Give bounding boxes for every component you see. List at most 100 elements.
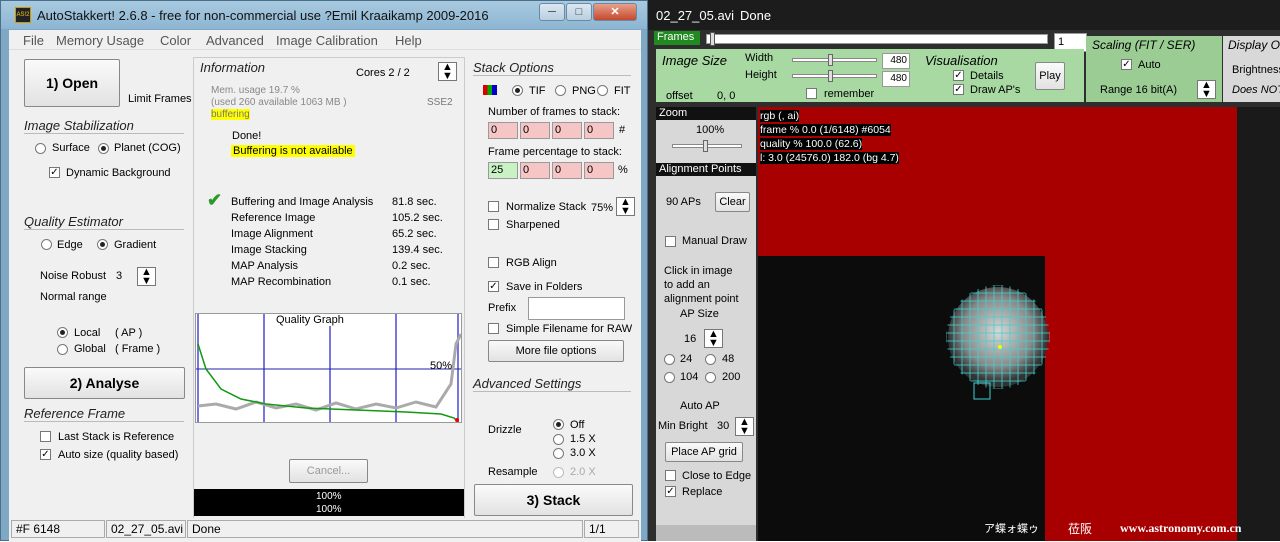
frame-pct-label: Frame percentage to stack: [488, 146, 622, 158]
menu-color[interactable]: Color [160, 33, 191, 48]
resample-label: Resample [488, 466, 538, 478]
remember-label: remember [824, 88, 875, 100]
fit-radio[interactable] [597, 85, 608, 96]
frames-input-3[interactable]: 0 [552, 122, 582, 139]
timing-value: 65.2 sec. [392, 228, 437, 240]
tif-radio[interactable] [512, 85, 523, 96]
simple-filename-checkbox[interactable] [488, 323, 499, 334]
more-file-options-button[interactable]: More file options [488, 340, 624, 362]
timing-label: MAP Analysis [231, 260, 299, 272]
dynamic-background-checkbox[interactable]: ✓ [49, 167, 60, 178]
height-slider[interactable] [792, 74, 877, 78]
height-slider-thumb[interactable] [828, 70, 833, 82]
surface-radio[interactable] [35, 143, 46, 154]
menu-help[interactable]: Help [395, 33, 422, 48]
cores-spinner[interactable]: ▲ ▼ [438, 62, 457, 82]
min-bright-spinner[interactable]: ▲ ▼ [735, 417, 754, 437]
drizzle-30-radio[interactable] [553, 448, 564, 459]
fit-label: FIT [614, 85, 631, 97]
frames-slider-thumb[interactable] [710, 32, 715, 46]
edge-radio[interactable] [41, 239, 52, 250]
close-to-edge-checkbox[interactable] [665, 470, 676, 481]
gradient-radio[interactable] [97, 239, 108, 250]
open-button[interactable]: 1) Open [24, 59, 120, 107]
graph-50pct-label: 50% [430, 360, 453, 372]
stack-button[interactable]: 3) Stack [474, 484, 633, 516]
normalize-checkbox[interactable] [488, 201, 499, 212]
manual-draw-checkbox[interactable] [665, 236, 676, 247]
frames-slider[interactable] [706, 34, 1048, 44]
png-radio[interactable] [555, 85, 566, 96]
timing-label: MAP Recombination [231, 276, 332, 288]
height-input[interactable]: 480 [882, 71, 910, 87]
png-label: PNG [572, 85, 596, 97]
menu-file[interactable]: File [23, 33, 44, 48]
clear-aps-button[interactable]: Clear [715, 192, 750, 212]
remember-checkbox[interactable] [806, 88, 817, 99]
zoom-slider-thumb[interactable] [703, 140, 708, 152]
cancel-button[interactable]: Cancel... [289, 459, 368, 483]
title-bar[interactable]: AS!2 AutoStakkert! 2.6.8 - free for non-… [1, 1, 647, 29]
drizzle-15-radio[interactable] [553, 434, 564, 445]
sharpened-checkbox[interactable] [488, 219, 499, 230]
minimize-button[interactable]: ─ [539, 3, 565, 21]
close-button[interactable]: ✕ [593, 3, 637, 21]
local-radio[interactable] [57, 327, 68, 338]
advanced-settings-title: Advanced Settings [473, 376, 582, 391]
save-folders-checkbox[interactable]: ✓ [488, 281, 499, 292]
planet-radio[interactable] [98, 143, 109, 154]
viewer-title-bar[interactable]: 02_27_05.avi Done [648, 0, 1280, 30]
width-slider-thumb[interactable] [828, 54, 833, 66]
width-label: Width [745, 52, 774, 64]
ap-size-104-radio[interactable] [664, 372, 675, 383]
pct-input-2[interactable]: 0 [520, 162, 550, 179]
visualisation-title: Visualisation [925, 53, 998, 68]
prefix-input[interactable] [528, 297, 625, 320]
ap-size-200-radio[interactable] [705, 372, 716, 383]
reference-frame-title: Reference Frame [24, 406, 126, 421]
height-label: Height [745, 69, 777, 81]
frames-input-4[interactable]: 0 [584, 122, 614, 139]
place-ap-grid-button[interactable]: Place AP grid [665, 442, 743, 462]
auto-scaling-checkbox[interactable]: ✓ [1121, 59, 1132, 70]
auto-ap-label: Auto AP [680, 400, 720, 412]
range-spinner[interactable]: ▲ ▼ [1197, 80, 1216, 100]
menu-advanced[interactable]: Advanced [206, 33, 264, 48]
details-checkbox[interactable]: ✓ [953, 70, 964, 81]
ap-size-48-radio[interactable] [705, 354, 716, 365]
timing-value: 0.2 sec. [392, 260, 431, 272]
noise-robust-value: 3 [116, 270, 123, 282]
normalize-pct: 75% [591, 202, 614, 214]
maximize-button[interactable]: □ [566, 3, 592, 21]
progress-2: 100% [316, 504, 342, 515]
replace-checkbox[interactable]: ✓ [665, 486, 676, 497]
limit-frames-label[interactable]: Limit Frames [128, 93, 192, 105]
normalize-spinner[interactable]: ▲ ▼ [616, 197, 635, 217]
analyse-button[interactable]: 2) Analyse [24, 367, 185, 399]
alignment-points-title: Alignment Points [656, 163, 756, 176]
pct-input-4[interactable]: 0 [584, 162, 614, 179]
resample-radio[interactable] [553, 467, 564, 478]
play-button[interactable]: Play [1035, 62, 1065, 90]
pct-input-1[interactable]: 25 [488, 162, 518, 179]
auto-size-checkbox[interactable]: ✓ [40, 449, 51, 460]
frames-input-1[interactable]: 0 [488, 122, 518, 139]
drizzle-off-radio[interactable] [553, 419, 564, 430]
last-stack-checkbox[interactable] [40, 431, 51, 442]
ap-size-24-radio[interactable] [664, 354, 675, 365]
rgb-align-checkbox[interactable] [488, 257, 499, 268]
replace-label: Replace [682, 486, 723, 498]
status-done: Done [187, 520, 583, 538]
viewer-title-file: 02_27_05.avi [656, 8, 735, 23]
menu-memory-usage[interactable]: Memory Usage [56, 33, 144, 48]
pct-input-3[interactable]: 0 [552, 162, 582, 179]
image-stabilization-title: Image Stabilization [24, 118, 134, 133]
width-slider[interactable] [792, 58, 877, 62]
width-input[interactable]: 480 [882, 53, 910, 69]
draw-aps-checkbox[interactable]: ✓ [953, 84, 964, 95]
frames-input-2[interactable]: 0 [520, 122, 550, 139]
noise-robust-spinner[interactable]: ▲ ▼ [137, 267, 156, 287]
ap-size-spinner[interactable]: ▲ ▼ [704, 329, 723, 349]
global-radio[interactable] [57, 344, 68, 355]
menu-image-calibration[interactable]: Image Calibration [276, 33, 378, 48]
